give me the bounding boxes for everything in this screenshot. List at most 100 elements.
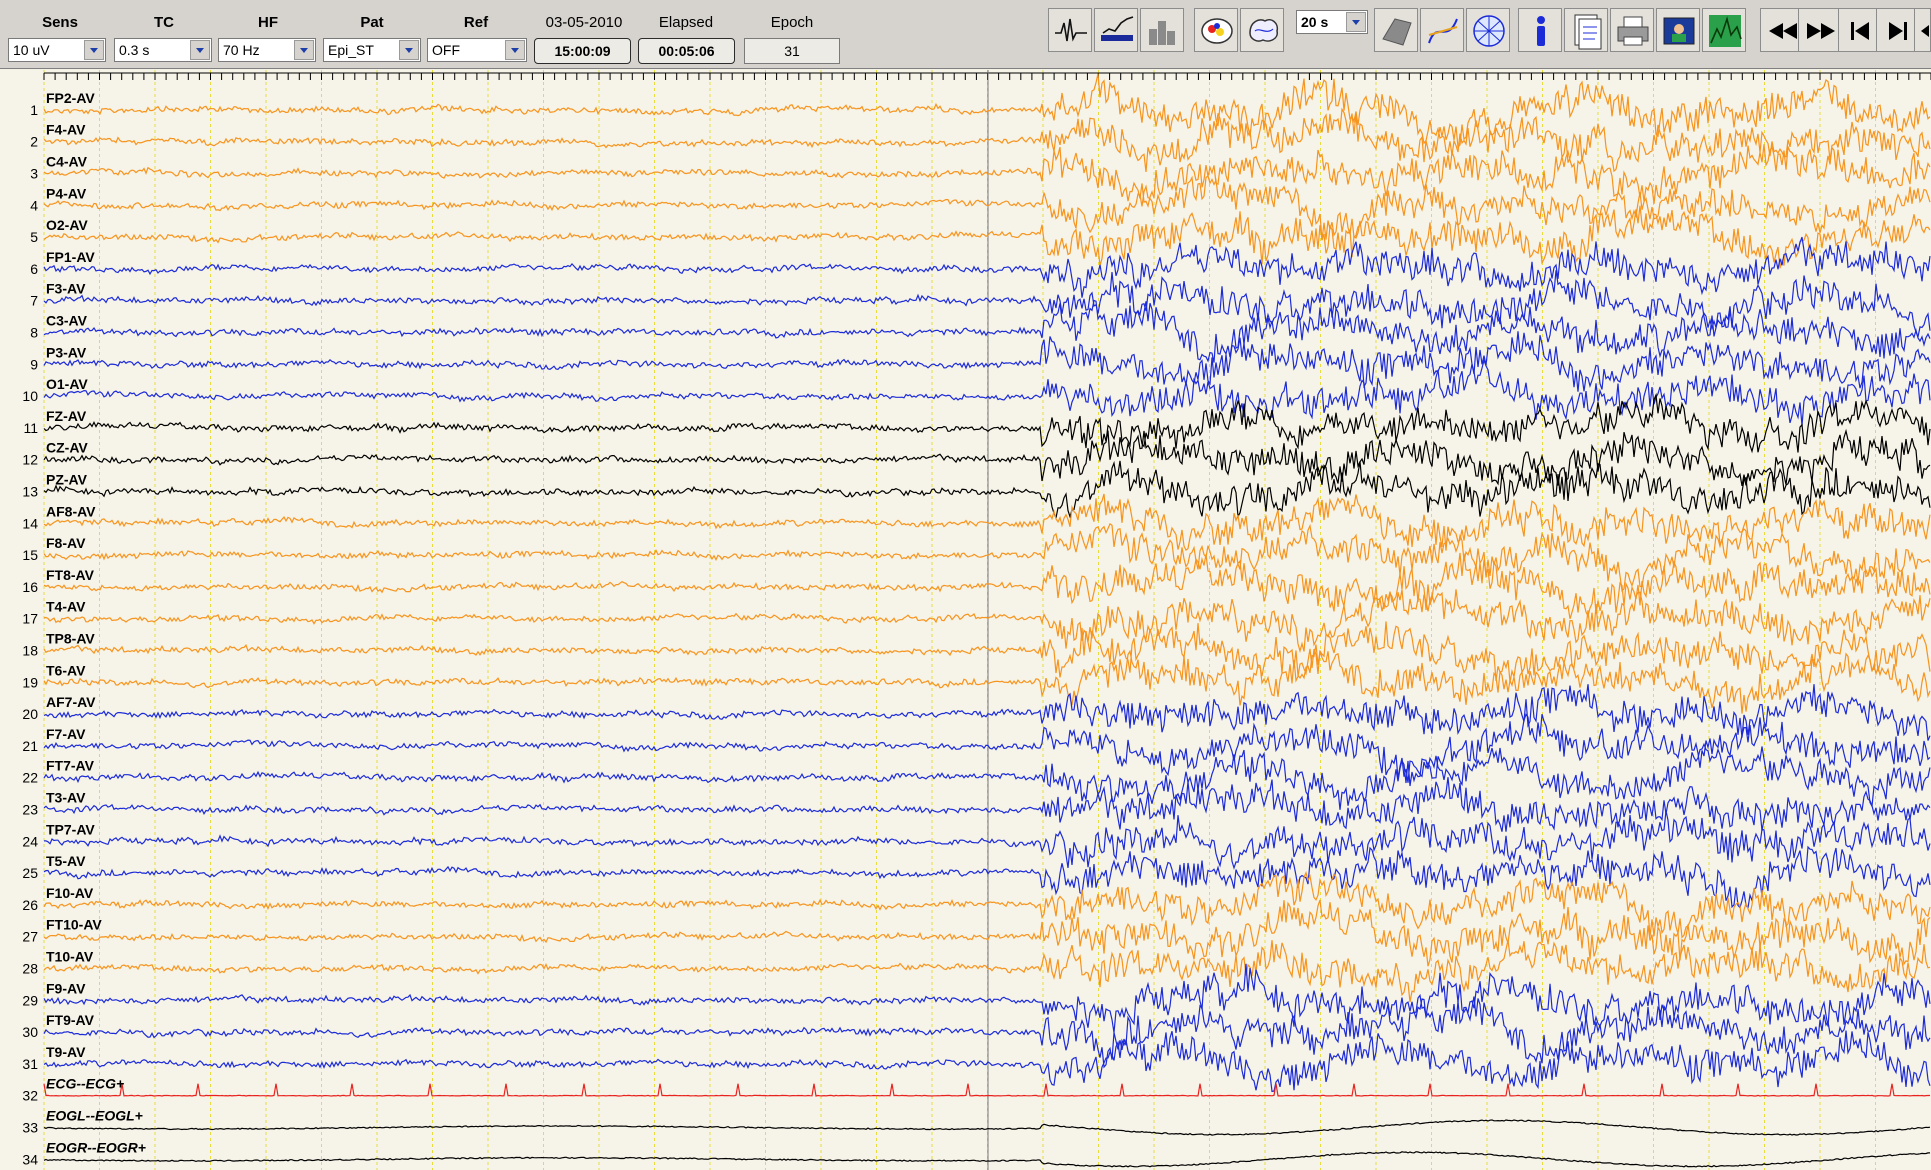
channel-number: 11 <box>23 420 38 436</box>
channel-number: 9 <box>30 356 38 372</box>
page-length-select[interactable]: 20 s <box>1296 10 1368 34</box>
video-icon[interactable] <box>1656 8 1700 52</box>
epoch-label: Epoch <box>770 14 814 31</box>
channel-number: 21 <box>22 738 38 754</box>
eeg-viewer: Sens 10 uV TC 0.3 s HF 70 Hz Pat Epi_ST … <box>0 0 1931 1170</box>
channel-number: 22 <box>22 770 38 786</box>
chevron-down-icon[interactable] <box>1346 12 1366 32</box>
chevron-down-icon[interactable] <box>399 40 419 60</box>
channel-label[interactable]: C4-AV <box>46 154 88 170</box>
channel-number: 8 <box>30 325 38 341</box>
channel-number: 34 <box>22 1151 38 1167</box>
date-label: 03-05-2010 <box>545 14 623 31</box>
sens-label: Sens <box>42 14 78 31</box>
channel-number: 15 <box>22 547 38 563</box>
hf-value: 70 Hz <box>223 42 260 58</box>
channel-number: 20 <box>22 706 38 722</box>
channel-number: 17 <box>22 611 38 627</box>
channel-number: 19 <box>22 674 38 690</box>
channel-label[interactable]: O1-AV <box>46 376 88 392</box>
channel-label[interactable]: FT10-AV <box>46 917 102 933</box>
channel-label[interactable]: T4-AV <box>46 599 86 615</box>
channel-label[interactable]: FP1-AV <box>46 249 95 265</box>
channel-label[interactable]: FT7-AV <box>46 758 95 774</box>
channel-number: 6 <box>30 261 38 277</box>
sens-select[interactable]: 10 uV <box>8 38 106 62</box>
channel-label[interactable]: FP2-AV <box>46 90 95 106</box>
ref-value: OFF <box>432 42 460 58</box>
channel-label[interactable]: EOGL--EOGL+ <box>46 1108 143 1124</box>
channel-number: 33 <box>22 1120 38 1136</box>
channel-label[interactable]: F3-AV <box>46 281 86 297</box>
channel-label[interactable]: CZ-AV <box>46 440 88 456</box>
elapsed-label: Elapsed <box>658 14 714 31</box>
chevron-down-icon[interactable] <box>294 40 314 60</box>
fast-forward-icon[interactable] <box>1798 8 1842 52</box>
brain-map-icon[interactable] <box>1194 8 1238 52</box>
sens-value: 10 uV <box>13 42 50 58</box>
spectrum-icon[interactable] <box>1702 8 1746 52</box>
channel-number: 13 <box>22 484 38 500</box>
tc-value: 0.3 s <box>119 42 150 58</box>
eraser-icon[interactable] <box>1374 8 1418 52</box>
channel-label[interactable]: T6-AV <box>46 662 86 678</box>
channel-label[interactable]: TP8-AV <box>46 631 95 647</box>
channel-label[interactable]: F4-AV <box>46 122 86 138</box>
pat-select[interactable]: Epi_ST <box>323 38 421 62</box>
channel-number: 3 <box>30 166 38 182</box>
hf-select[interactable]: 70 Hz <box>218 38 316 62</box>
elapsed-field[interactable]: 00:05:06 <box>638 38 735 64</box>
channel-label[interactable]: T3-AV <box>46 790 86 806</box>
tc-select[interactable]: 0.3 s <box>114 38 212 62</box>
channel-label[interactable]: FT9-AV <box>46 1012 95 1028</box>
time-field[interactable]: 15:00:09 <box>534 38 631 64</box>
channel-label[interactable]: T10-AV <box>46 949 94 965</box>
channel-label[interactable]: F10-AV <box>46 885 94 901</box>
trace-compress-icon[interactable] <box>1094 8 1138 52</box>
brain-outline-icon[interactable] <box>1240 8 1284 52</box>
eeg-trace-area[interactable]: 1 FP2-AV 2 F4-AV 3 C4-AV 4 P4-AV 5 O2-AV 6 FP1-AV 7 F… <box>0 70 1931 1170</box>
channel-number: 23 <box>22 802 38 818</box>
channel-label[interactable]: O2-AV <box>46 217 88 233</box>
channel-label[interactable]: FZ-AV <box>46 408 87 424</box>
channel-label[interactable]: EOGR--EOGR+ <box>46 1139 146 1155</box>
electrode-grid-icon[interactable] <box>1466 8 1510 52</box>
channel-number: 28 <box>22 961 38 977</box>
channel-label[interactable]: C3-AV <box>46 313 88 329</box>
chevron-down-icon[interactable] <box>84 40 104 60</box>
channel-number: 7 <box>30 293 38 309</box>
prev-icon[interactable] <box>1914 8 1931 52</box>
channel-label[interactable]: F8-AV <box>46 535 86 551</box>
toolbar: Sens 10 uV TC 0.3 s HF 70 Hz Pat Epi_ST … <box>0 0 1931 69</box>
chevron-down-icon[interactable] <box>190 40 210 60</box>
pat-value: Epi_ST <box>328 42 374 58</box>
histogram-icon[interactable] <box>1140 8 1184 52</box>
channel-number: 12 <box>22 452 38 468</box>
curve-tool-icon[interactable] <box>1420 8 1464 52</box>
report-icon[interactable] <box>1564 8 1608 52</box>
channel-label[interactable]: PZ-AV <box>46 472 88 488</box>
channel-label[interactable]: P3-AV <box>46 344 87 360</box>
channel-label[interactable]: P4-AV <box>46 185 87 201</box>
epoch-field[interactable]: 31 <box>744 38 840 64</box>
channel-label[interactable]: AF8-AV <box>46 503 96 519</box>
pat-label: Pat <box>360 14 384 31</box>
channel-label[interactable]: T5-AV <box>46 853 86 869</box>
chevron-down-icon[interactable] <box>505 40 525 60</box>
channel-label[interactable]: F9-AV <box>46 980 86 996</box>
channel-label[interactable]: F7-AV <box>46 726 86 742</box>
channel-label[interactable]: ECG--ECG+ <box>46 1076 124 1092</box>
patient-info-icon[interactable] <box>1518 8 1562 52</box>
hf-label: HF <box>258 14 278 31</box>
channel-number: 24 <box>22 833 38 849</box>
channel-label[interactable]: FT8-AV <box>46 567 95 583</box>
print-icon[interactable] <box>1610 8 1654 52</box>
ref-select[interactable]: OFF <box>427 38 527 62</box>
channel-label[interactable]: T9-AV <box>46 1044 86 1060</box>
channel-label[interactable]: AF7-AV <box>46 694 96 710</box>
waveform-icon[interactable] <box>1048 8 1092 52</box>
channel-number: 14 <box>22 515 38 531</box>
eeg-traces[interactable]: 1FP2-AV2F4-AV3C4-AV4P4-AV5O2-AV6FP1-AV7F… <box>0 70 1931 1170</box>
page-length-value: 20 s <box>1301 14 1329 30</box>
channel-label[interactable]: TP7-AV <box>46 821 95 837</box>
